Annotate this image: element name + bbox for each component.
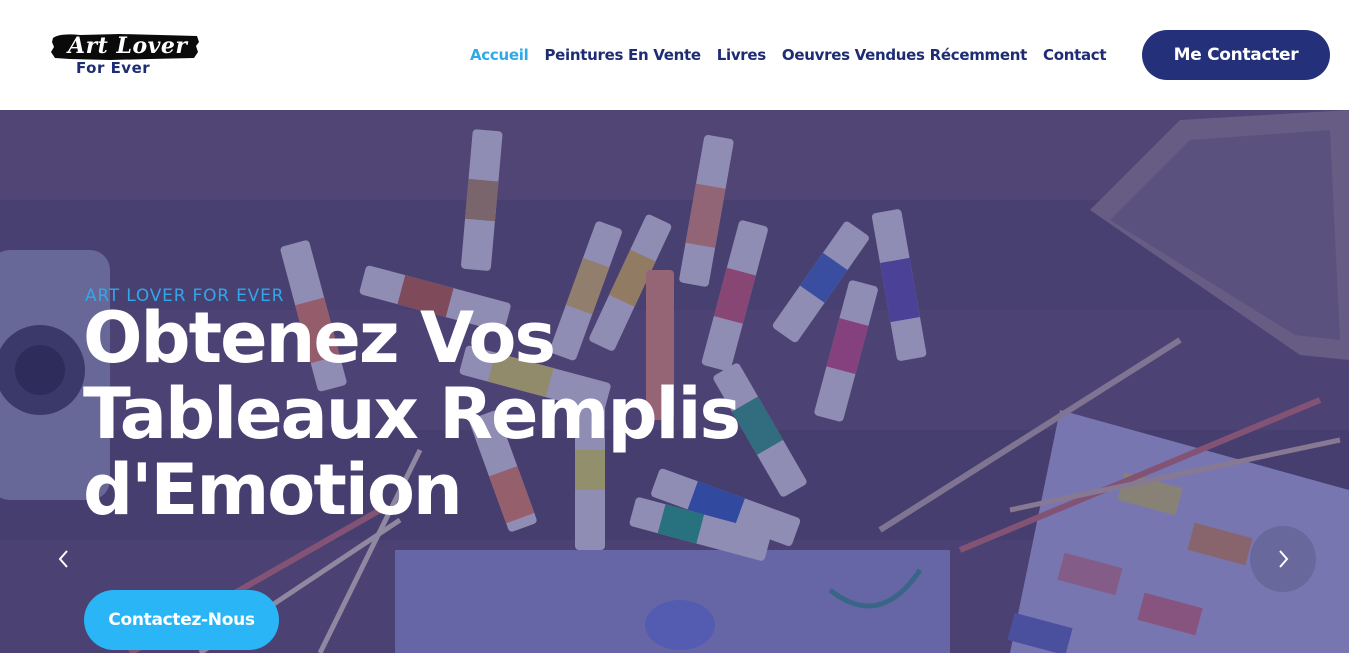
site-header: Art Lover For Ever Accueil Peintures En … xyxy=(0,0,1349,110)
hero-headline-line-2: Tableaux Remplis xyxy=(83,373,741,455)
logo-script-text: Art Lover xyxy=(68,33,188,59)
chevron-left-icon xyxy=(58,550,68,568)
hero-slider: ART LOVER FOR EVER Obtenez Vos Tableaux … xyxy=(0,110,1349,653)
nav-item-livres[interactable]: Livres xyxy=(717,44,766,68)
nav-item-peintures[interactable]: Peintures En Vente xyxy=(544,44,701,68)
slider-prev-button[interactable] xyxy=(31,526,97,592)
hero-headline: Obtenez Vos Tableaux Remplis d'Emotion xyxy=(83,300,783,528)
logo-subtext: For Ever xyxy=(76,59,151,77)
site-logo[interactable]: Art Lover For Ever xyxy=(50,32,202,78)
main-nav: Accueil Peintures En Vente Livres Oeuvre… xyxy=(470,44,1107,68)
chevron-right-icon xyxy=(1279,550,1289,568)
nav-item-oeuvres-vendues[interactable]: Oeuvres Vendues Récemment xyxy=(782,44,1027,68)
hero-headline-line-1: Obtenez Vos xyxy=(83,297,556,379)
nav-item-contact[interactable]: Contact xyxy=(1043,44,1107,68)
nav-item-accueil[interactable]: Accueil xyxy=(470,44,529,68)
slider-next-button[interactable] xyxy=(1250,526,1316,592)
contactez-nous-button[interactable]: Contactez-Nous xyxy=(84,590,279,650)
me-contacter-button[interactable]: Me Contacter xyxy=(1142,30,1330,80)
hero-headline-line-3: d'Emotion xyxy=(83,449,463,531)
